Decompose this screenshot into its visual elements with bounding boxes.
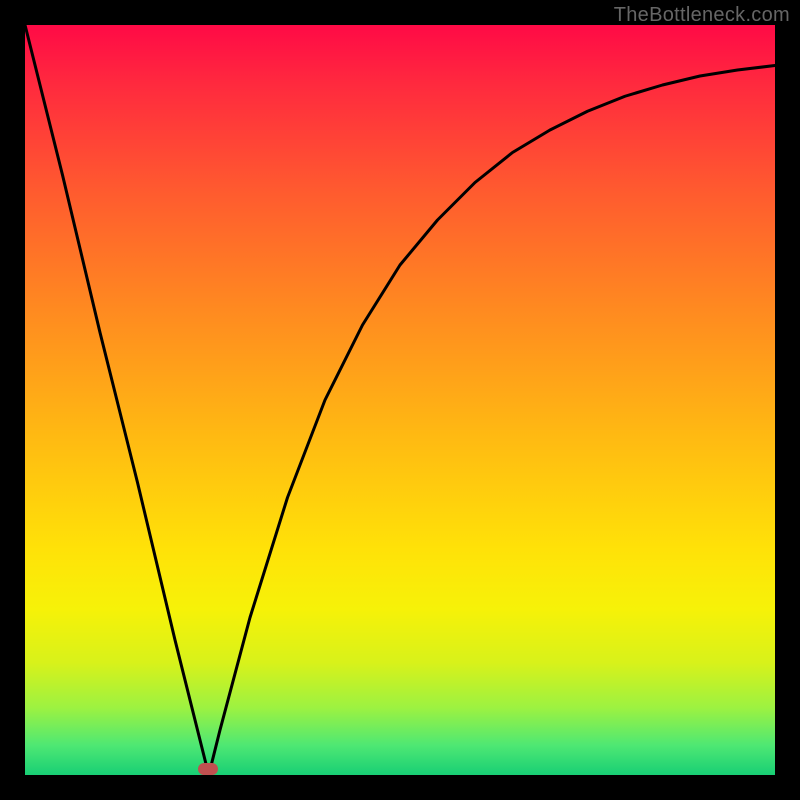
bottleneck-marker	[198, 763, 218, 775]
chart-frame: TheBottleneck.com	[0, 0, 800, 800]
curve-path	[25, 25, 775, 775]
bottleneck-curve	[25, 25, 775, 775]
watermark-text: TheBottleneck.com	[614, 4, 790, 27]
plot-area	[25, 25, 775, 775]
